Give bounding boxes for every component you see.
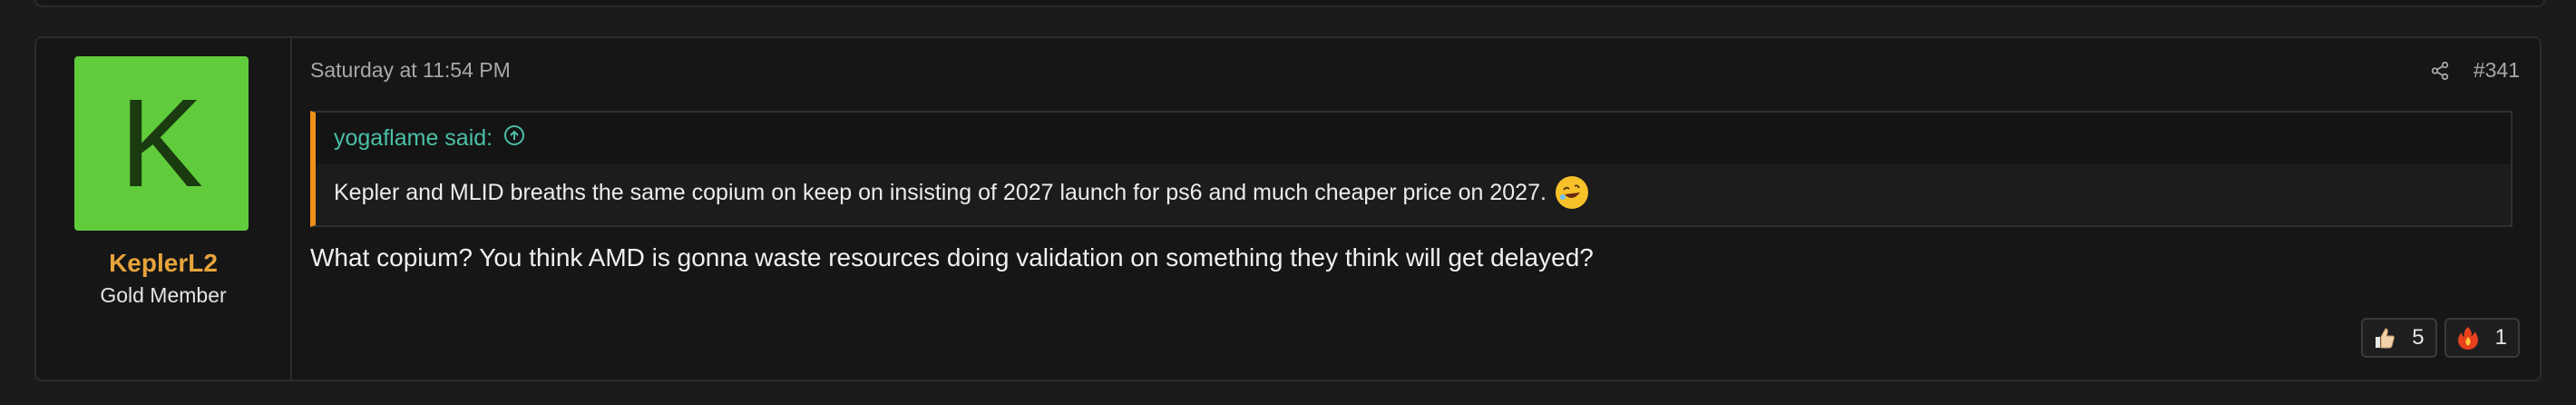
- quote-header: yogaflame said:: [316, 113, 2511, 163]
- previous-post-edge: [34, 0, 2545, 7]
- username-link[interactable]: KeplerL2: [36, 249, 290, 278]
- quote-body: Kepler and MLID breaths the same copium …: [316, 163, 2511, 209]
- thumbs-up-icon: [2370, 323, 2399, 352]
- user-title: Gold Member: [100, 283, 227, 307]
- quote-author[interactable]: yogaflame said:: [334, 125, 493, 152]
- reaction-fire[interactable]: 1: [2444, 318, 2520, 358]
- fire-count: 1: [2494, 325, 2507, 350]
- post-actions: #341: [2430, 58, 2520, 83]
- quote-block: yogaflame said: Kepler and MLID breaths …: [310, 111, 2513, 227]
- avatar-letter: K: [119, 73, 204, 213]
- post-number-link[interactable]: #341: [2474, 58, 2520, 83]
- quote-text: Kepler and MLID breaths the same copium …: [334, 179, 1547, 205]
- forum-post: K KeplerL2 Gold Member Saturday at 11:54…: [34, 36, 2542, 381]
- post-content: Saturday at 11:54 PM #341 yogaflame said…: [292, 38, 2540, 380]
- post-message: What copium? You think AMD is gonna wast…: [310, 243, 1594, 272]
- thumbs-up-count: 5: [2412, 325, 2425, 350]
- arrow-up-circle-icon[interactable]: [503, 124, 525, 153]
- rolling-on-floor-laughing-emoji-icon: [1555, 176, 1588, 209]
- reaction-thumbs-up[interactable]: 5: [2361, 318, 2437, 358]
- reactions-bar: 5 1: [2361, 318, 2520, 358]
- avatar[interactable]: K: [74, 56, 249, 231]
- post-author-panel: K KeplerL2 Gold Member: [36, 38, 292, 380]
- share-icon[interactable]: [2430, 61, 2450, 81]
- post-timestamp[interactable]: Saturday at 11:54 PM: [310, 58, 511, 83]
- fire-icon: [2454, 323, 2483, 352]
